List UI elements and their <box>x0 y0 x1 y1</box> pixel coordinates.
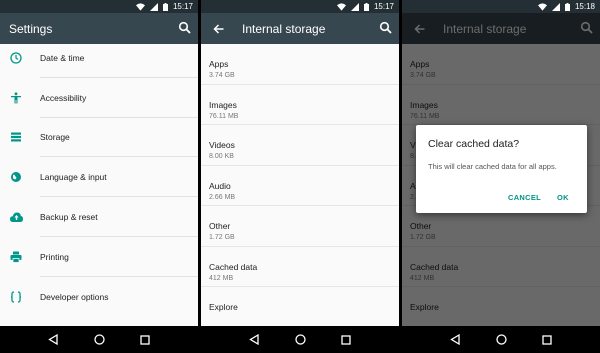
storage-item-label: Explore <box>209 302 238 312</box>
signal-icon <box>350 2 359 11</box>
back-arrow-icon[interactable] <box>204 13 232 44</box>
status-time: 15:17 <box>373 2 394 11</box>
storage-item-size: 76.11 MB <box>209 112 239 120</box>
recents-nav-icon[interactable] <box>339 333 353 347</box>
settings-item-developer[interactable]: Developer options <box>0 277 198 317</box>
storage-item-size: 2.66 MB <box>209 193 236 201</box>
navigation-bar <box>201 326 399 353</box>
storage-item-size: 1.72 GB <box>209 234 235 241</box>
battery-icon <box>363 2 369 11</box>
status-bar: 15:18 <box>402 0 600 13</box>
storage-list: Apps 3.74 GB Images 76.11 MB Videos 8.00… <box>201 44 399 326</box>
wifi-icon <box>135 2 145 11</box>
page-title: Internal storage <box>242 21 326 36</box>
navigation-bar <box>0 326 198 353</box>
search-icon[interactable] <box>379 21 393 35</box>
signal-icon <box>149 2 158 11</box>
clock-icon <box>9 51 23 65</box>
storage-item-explore[interactable]: Explore <box>201 287 399 326</box>
internal-storage-screen: 15:17 Internal storage Apps 3.74 GB Imag… <box>201 0 399 353</box>
ok-button[interactable]: OK <box>557 193 569 202</box>
battery-icon <box>162 2 168 11</box>
home-nav-icon[interactable] <box>293 333 307 347</box>
clear-cache-dialog-screen: 15:18 Internal storage Apps 3.74 GB Imag… <box>402 0 600 353</box>
storage-icon <box>9 130 23 144</box>
storage-item-videos[interactable]: Videos 8.00 KB <box>201 125 399 166</box>
home-nav-icon[interactable] <box>92 333 106 347</box>
storage-item-other[interactable]: Other 1.72 GB <box>201 206 399 247</box>
settings-item-label: Printing <box>40 251 69 262</box>
battery-icon <box>564 2 570 11</box>
cancel-button[interactable]: CANCEL <box>508 193 541 202</box>
settings-item-storage[interactable]: Storage <box>0 118 198 158</box>
back-nav-icon[interactable] <box>46 333 60 347</box>
signal-icon <box>551 2 560 11</box>
settings-item-label: Language & input <box>40 172 107 183</box>
wifi-icon <box>537 2 547 11</box>
settings-screen: 15:17 Settings Date & time Accessibility… <box>0 0 198 353</box>
settings-item-date-time[interactable]: Date & time <box>0 44 198 78</box>
settings-item-label: Storage <box>40 132 70 143</box>
settings-item-label: Backup & reset <box>40 212 98 223</box>
back-nav-icon[interactable] <box>448 333 462 347</box>
globe-icon <box>9 170 23 184</box>
recents-nav-icon[interactable] <box>540 333 554 347</box>
settings-item-language[interactable]: Language & input <box>0 157 198 198</box>
status-bar: 15:17 <box>201 0 399 13</box>
wifi-icon <box>336 2 346 11</box>
settings-item-label: Accessibility <box>40 92 87 103</box>
settings-item-accessibility[interactable]: Accessibility <box>0 78 198 118</box>
search-icon[interactable] <box>178 21 192 35</box>
dialog-message: This will clear cached data for all apps… <box>428 162 557 171</box>
settings-item-backup[interactable]: Backup & reset <box>0 197 198 237</box>
storage-item-label: Cached data <box>209 261 258 272</box>
storage-item-audio[interactable]: Audio 2.66 MB <box>201 166 399 206</box>
storage-item-size: 412 MB <box>209 274 234 282</box>
app-bar: Internal storage <box>201 13 399 44</box>
status-bar: 15:17 <box>0 0 198 13</box>
storage-item-label: Other <box>209 221 231 231</box>
storage-item-label: Audio <box>209 180 231 191</box>
settings-list: Date & time Accessibility Storage Langua… <box>0 44 198 326</box>
app-bar: Settings <box>0 13 198 44</box>
settings-item-printing[interactable]: Printing <box>0 237 198 277</box>
status-time: 15:17 <box>172 2 193 11</box>
storage-item-size: 3.74 GB <box>209 72 235 79</box>
printer-icon <box>9 250 23 264</box>
navigation-bar <box>402 326 600 353</box>
recents-nav-icon[interactable] <box>138 333 152 347</box>
storage-item-images[interactable]: Images 76.11 MB <box>201 85 399 125</box>
storage-item-label: Videos <box>209 140 235 150</box>
settings-item-label: Developer options <box>40 291 109 302</box>
storage-item-apps[interactable]: Apps 3.74 GB <box>201 44 399 85</box>
storage-item-label: Images <box>209 99 237 110</box>
cloud-upload-icon <box>9 210 23 224</box>
home-nav-icon[interactable] <box>494 333 508 347</box>
page-title: Settings <box>9 21 53 36</box>
clear-cache-dialog: Clear cached data? This will clear cache… <box>416 125 587 213</box>
accessibility-icon <box>9 91 23 105</box>
back-nav-icon[interactable] <box>247 333 261 347</box>
storage-item-label: Apps <box>209 59 229 69</box>
status-time: 15:18 <box>574 2 595 11</box>
storage-item-size: 8.00 KB <box>209 153 234 160</box>
dialog-title: Clear cached data? <box>428 138 520 150</box>
code-braces-icon <box>9 290 23 304</box>
storage-item-cached-data[interactable]: Cached data 412 MB <box>201 247 399 287</box>
settings-item-label: Date & time <box>40 52 85 63</box>
